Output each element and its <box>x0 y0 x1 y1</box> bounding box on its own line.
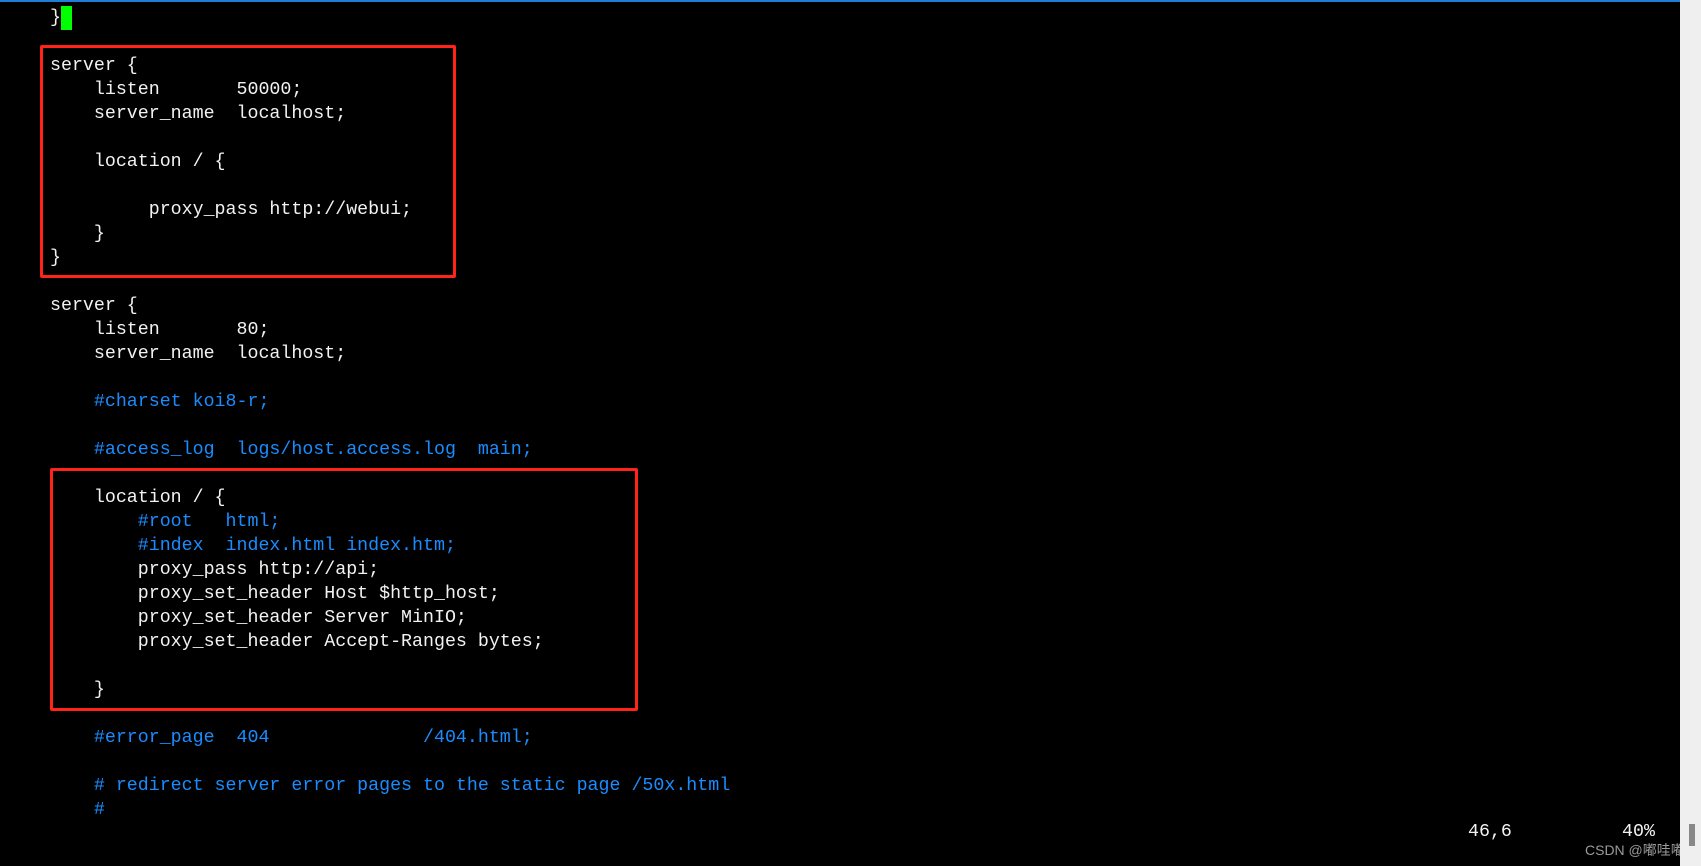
watermark: CSDN @嘟哇嘟 <box>1585 842 1685 858</box>
comment-line: #access_log logs/host.access.log main; <box>50 438 533 462</box>
line-text: server_name localhost; <box>50 344 347 364</box>
line-text: listen 80; <box>50 320 270 340</box>
line-text: server { <box>50 296 138 316</box>
cursor-position: 46,6 <box>1468 822 1512 842</box>
comment-line: # redirect server error pages to the sta… <box>50 774 730 798</box>
line-text: } <box>50 8 61 28</box>
line-text: #access_log logs/host.access.log main; <box>50 440 533 460</box>
line-text: #charset koi8-r; <box>50 392 270 412</box>
scroll-percent: 40% <box>1622 822 1655 842</box>
code-line: } <box>50 6 72 30</box>
comment-line: # <box>50 798 105 822</box>
line-text: # <box>50 800 105 820</box>
window-top-border <box>0 0 1701 2</box>
line-text: # redirect server error pages to the sta… <box>50 776 731 796</box>
comment-line: #charset koi8-r; <box>50 390 270 414</box>
highlight-box-webui-server <box>40 45 456 278</box>
scrollbar[interactable] <box>1680 0 1701 866</box>
code-line: listen 80; <box>50 318 270 342</box>
code-line: server { <box>50 294 138 318</box>
highlight-box-api-location <box>50 468 638 711</box>
code-line: server_name localhost; <box>50 342 346 366</box>
scrollbar-thumb[interactable] <box>1689 824 1695 846</box>
text-cursor <box>60 6 72 30</box>
line-text: #error_page 404 /404.html; <box>50 728 533 748</box>
comment-line: #error_page 404 /404.html; <box>50 726 533 750</box>
